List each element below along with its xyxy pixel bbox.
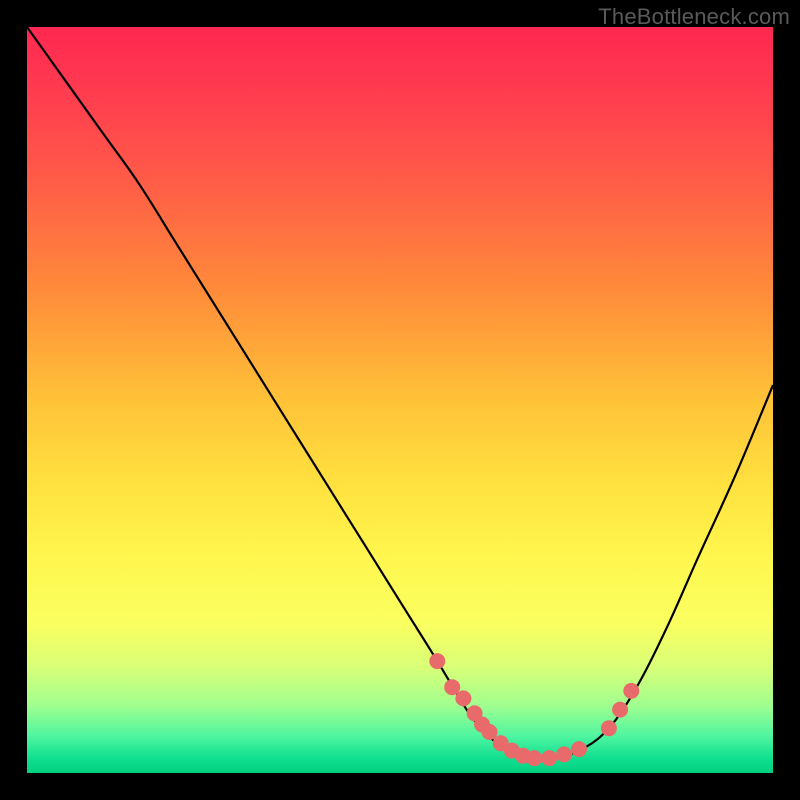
- marker-dot: [430, 654, 445, 669]
- watermark-text: TheBottleneck.com: [598, 4, 790, 30]
- marker-dot: [557, 747, 572, 762]
- marker-dot: [527, 751, 542, 766]
- marker-dot: [613, 702, 628, 717]
- marker-dot: [445, 680, 460, 695]
- chart-area: [27, 27, 773, 773]
- marker-dot: [456, 691, 471, 706]
- bottleneck-chart-svg: [27, 27, 773, 773]
- marker-dot: [572, 742, 587, 757]
- marker-dot: [542, 751, 557, 766]
- marker-dot: [601, 721, 616, 736]
- marker-dot: [624, 683, 639, 698]
- marker-dot: [482, 725, 497, 740]
- marker-dots: [430, 654, 639, 766]
- bottleneck-curve: [27, 27, 773, 760]
